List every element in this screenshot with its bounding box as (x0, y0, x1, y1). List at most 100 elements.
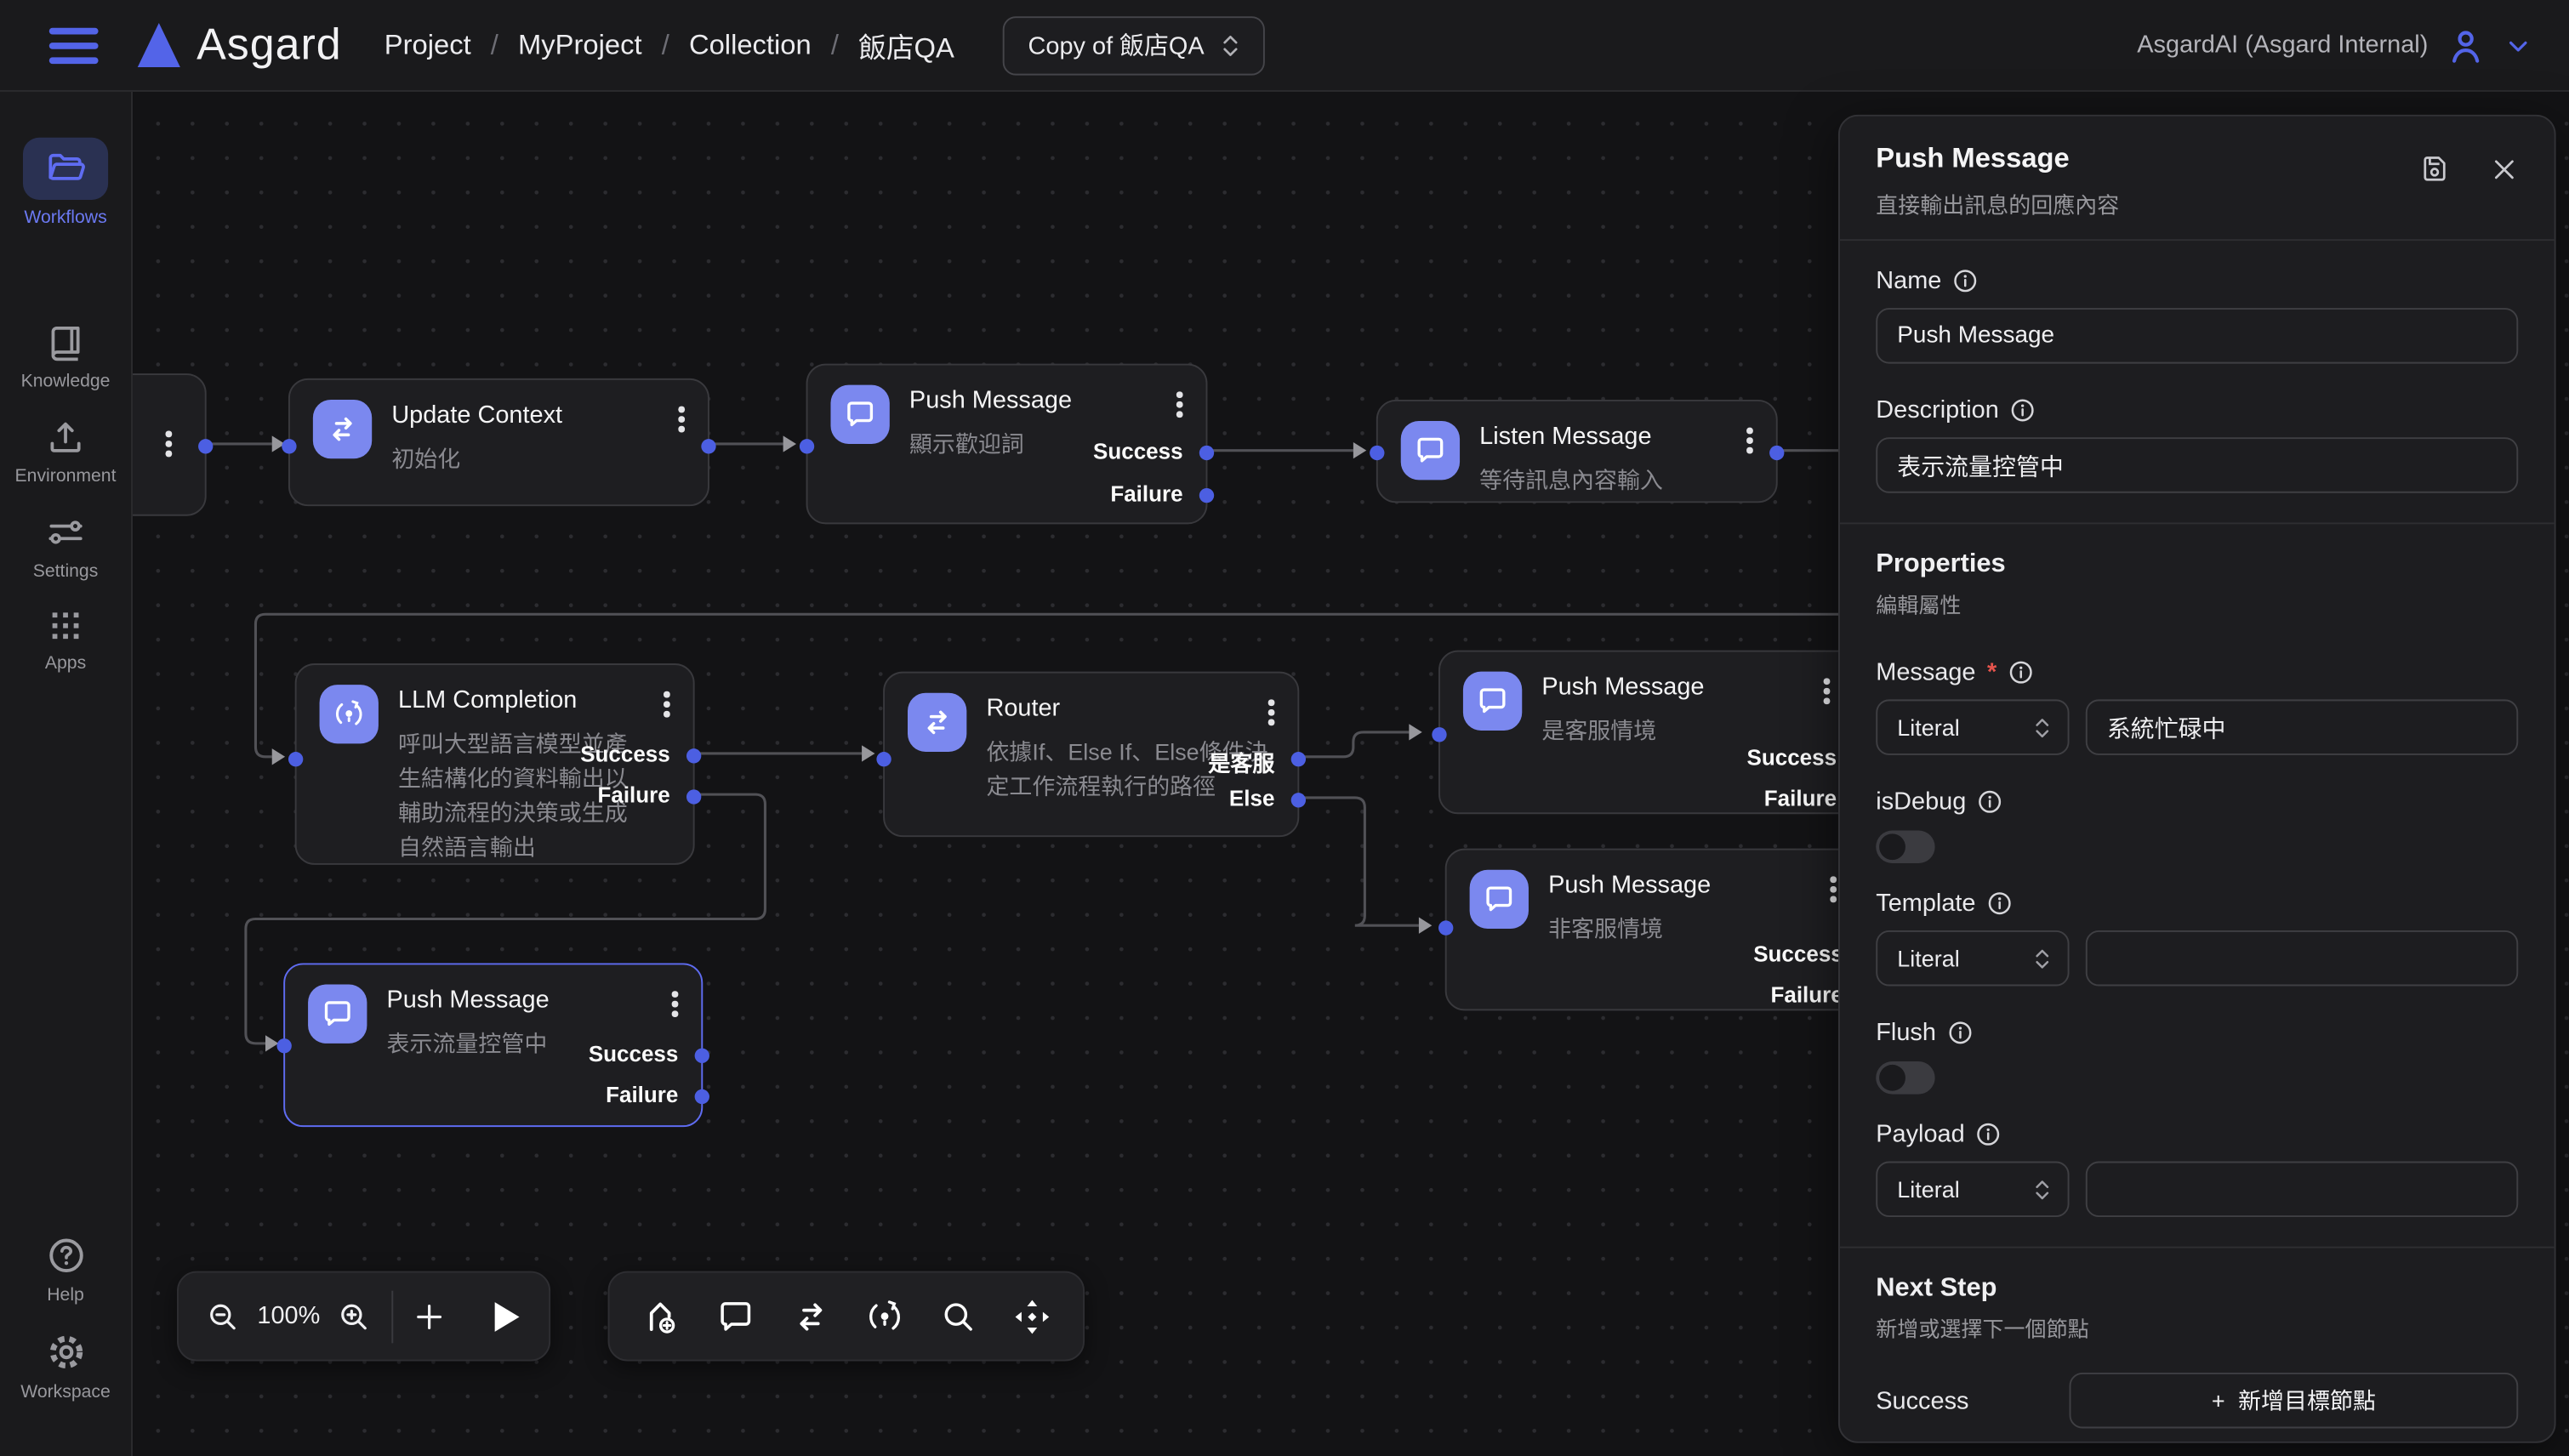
message-value-field[interactable] (2086, 699, 2518, 754)
info-icon (1947, 1021, 1972, 1045)
node-push-message-flowcontrol[interactable]: Push Message 表示流量控管中 Success Failure (283, 963, 703, 1127)
node-update-context[interactable]: Update Context 初始化 (288, 378, 709, 506)
name-field[interactable] (1876, 308, 2518, 363)
edge (1299, 798, 1419, 925)
kebab-menu-icon[interactable] (675, 403, 688, 435)
template-value-field[interactable] (2086, 930, 2518, 986)
user-icon[interactable] (2445, 24, 2487, 66)
zoom-out-button[interactable] (205, 1298, 241, 1334)
node-router[interactable]: Router 依據If、Else If、Else條件決定工作流程執行的路徑 是客… (883, 672, 1299, 838)
output-port-is-service[interactable] (1291, 751, 1306, 765)
add-router-node-button[interactable] (789, 1295, 831, 1338)
output-port-failure[interactable] (686, 788, 701, 803)
pan-button[interactable] (1011, 1295, 1053, 1338)
sidebar-item-workflows[interactable]: Workflows (0, 138, 131, 228)
kebab-menu-icon[interactable] (1266, 697, 1279, 729)
flush-label-row: Flush (1876, 1019, 2518, 1047)
payload-type-select[interactable]: Literal (1876, 1162, 2069, 1217)
breadcrumb-workflow[interactable]: 飯店QA (858, 25, 954, 65)
sidebar-item-help[interactable]: Help (0, 1233, 131, 1305)
kebab-menu-icon[interactable] (1826, 873, 1839, 906)
kebab-menu-icon[interactable] (669, 987, 682, 1020)
node-push-message-nonservice[interactable]: Push Message 非客服情境 Success Failure (1445, 849, 1868, 1011)
add-button[interactable] (413, 1300, 447, 1333)
sidebar-item-apps[interactable]: Apps (0, 606, 131, 674)
output-port-success[interactable] (1199, 445, 1214, 459)
hamburger-menu-icon[interactable] (49, 27, 99, 63)
output-port-else[interactable] (1291, 792, 1306, 806)
node-partial[interactable] (131, 373, 207, 516)
breadcrumb-project[interactable]: Project (384, 29, 471, 62)
next-step-section: Next Step 新增或選擇下一個節點 Success + 新增目標節點 Fa… (1840, 1248, 2555, 1443)
info-icon (1976, 1122, 2001, 1146)
input-port[interactable] (1432, 726, 1446, 741)
input-port[interactable] (1438, 919, 1453, 934)
zoom-toolbar: 100% (177, 1271, 550, 1362)
output-port[interactable] (198, 438, 213, 452)
output-port-failure[interactable] (695, 1089, 709, 1103)
sidebar-item-label: Workspace (20, 1383, 111, 1402)
input-port[interactable] (800, 438, 814, 452)
node-push-message-service[interactable]: Push Message 是客服情境 Success Failure (1438, 651, 1861, 815)
message-type-select[interactable]: Literal (1876, 699, 2069, 754)
kebab-menu-icon[interactable] (1820, 675, 1833, 708)
output-port-failure[interactable] (1199, 487, 1214, 502)
save-icon[interactable] (2418, 152, 2452, 185)
node-push-message-welcome[interactable]: Push Message 顯示歡迎詞 Success Failure (806, 364, 1208, 525)
template-label-row: Template (1876, 890, 2518, 918)
folder-icon (44, 147, 87, 190)
output-port[interactable] (1769, 445, 1784, 459)
chevron-updown-icon (2033, 715, 2051, 740)
chevron-down-icon[interactable] (2503, 31, 2533, 60)
asgard-logo[interactable] (138, 23, 180, 67)
swap-arrows-icon (908, 693, 966, 752)
output-port-success[interactable] (695, 1048, 709, 1062)
template-type-select[interactable]: Literal (1876, 930, 2069, 986)
sidebar-item-label: Apps (45, 653, 86, 673)
input-port[interactable] (876, 751, 891, 765)
sidebar-item-workspace[interactable]: Workspace (0, 1330, 131, 1402)
add-node-button[interactable] (639, 1295, 681, 1338)
description-field[interactable] (1876, 437, 2518, 492)
output-label-is-service: 是客服 (1208, 745, 1274, 771)
sidebar-item-environment[interactable]: Environment (0, 416, 131, 486)
chat-bubble-icon (1470, 870, 1529, 929)
sidebar-item-knowledge[interactable]: Knowledge (0, 321, 131, 391)
node-title: LLM Completion (398, 686, 577, 714)
plus-icon: + (2212, 1387, 2225, 1413)
zoom-in-button[interactable] (337, 1298, 373, 1334)
add-message-node-button[interactable] (714, 1295, 756, 1338)
input-port[interactable] (288, 751, 303, 765)
input-port[interactable] (276, 1038, 291, 1052)
add-success-target-button[interactable]: + 新增目標節點 (2070, 1373, 2519, 1428)
node-listen-message[interactable]: Listen Message 等待訊息內容輸入 (1376, 400, 1778, 503)
sidebar-item-label: Workflows (24, 208, 106, 228)
breadcrumb-myproject[interactable]: MyProject (518, 29, 642, 62)
input-port[interactable] (1370, 445, 1384, 459)
properties-heading: Properties (1876, 550, 2518, 580)
isdebug-label: isDebug (1876, 788, 1966, 816)
sidebar-item-settings[interactable]: Settings (0, 511, 131, 582)
search-button[interactable] (939, 1296, 978, 1335)
run-button[interactable] (486, 1301, 520, 1331)
payload-value-field[interactable] (2086, 1162, 2518, 1217)
input-port[interactable] (282, 438, 296, 452)
kebab-menu-icon[interactable] (1174, 388, 1187, 420)
output-port[interactable] (701, 438, 715, 452)
account-name: AsgardAI (Asgard Internal) (2137, 31, 2428, 60)
node-llm-completion[interactable]: LLM Completion 呼叫大型語言模型並產生結構化的資料輸出以輔助流程的… (295, 663, 695, 865)
kebab-menu-icon[interactable] (162, 428, 175, 460)
kebab-menu-icon[interactable] (661, 688, 674, 720)
output-label-success: Success (1747, 745, 1837, 771)
output-label-success: Success (1753, 941, 1843, 968)
kebab-menu-icon[interactable] (1744, 424, 1757, 457)
output-port-success[interactable] (686, 748, 701, 762)
chevron-updown-icon (1221, 32, 1240, 59)
workflow-selector-dropdown[interactable]: Copy of 飯店QA (1004, 15, 1265, 74)
isdebug-toggle[interactable] (1876, 830, 1934, 863)
flush-toggle[interactable] (1876, 1061, 1934, 1095)
close-icon[interactable] (2491, 155, 2519, 183)
add-llm-node-button[interactable] (864, 1295, 907, 1338)
node-subtitle: 是客服情境 (1541, 714, 1656, 748)
breadcrumb-collection[interactable]: Collection (689, 29, 812, 62)
